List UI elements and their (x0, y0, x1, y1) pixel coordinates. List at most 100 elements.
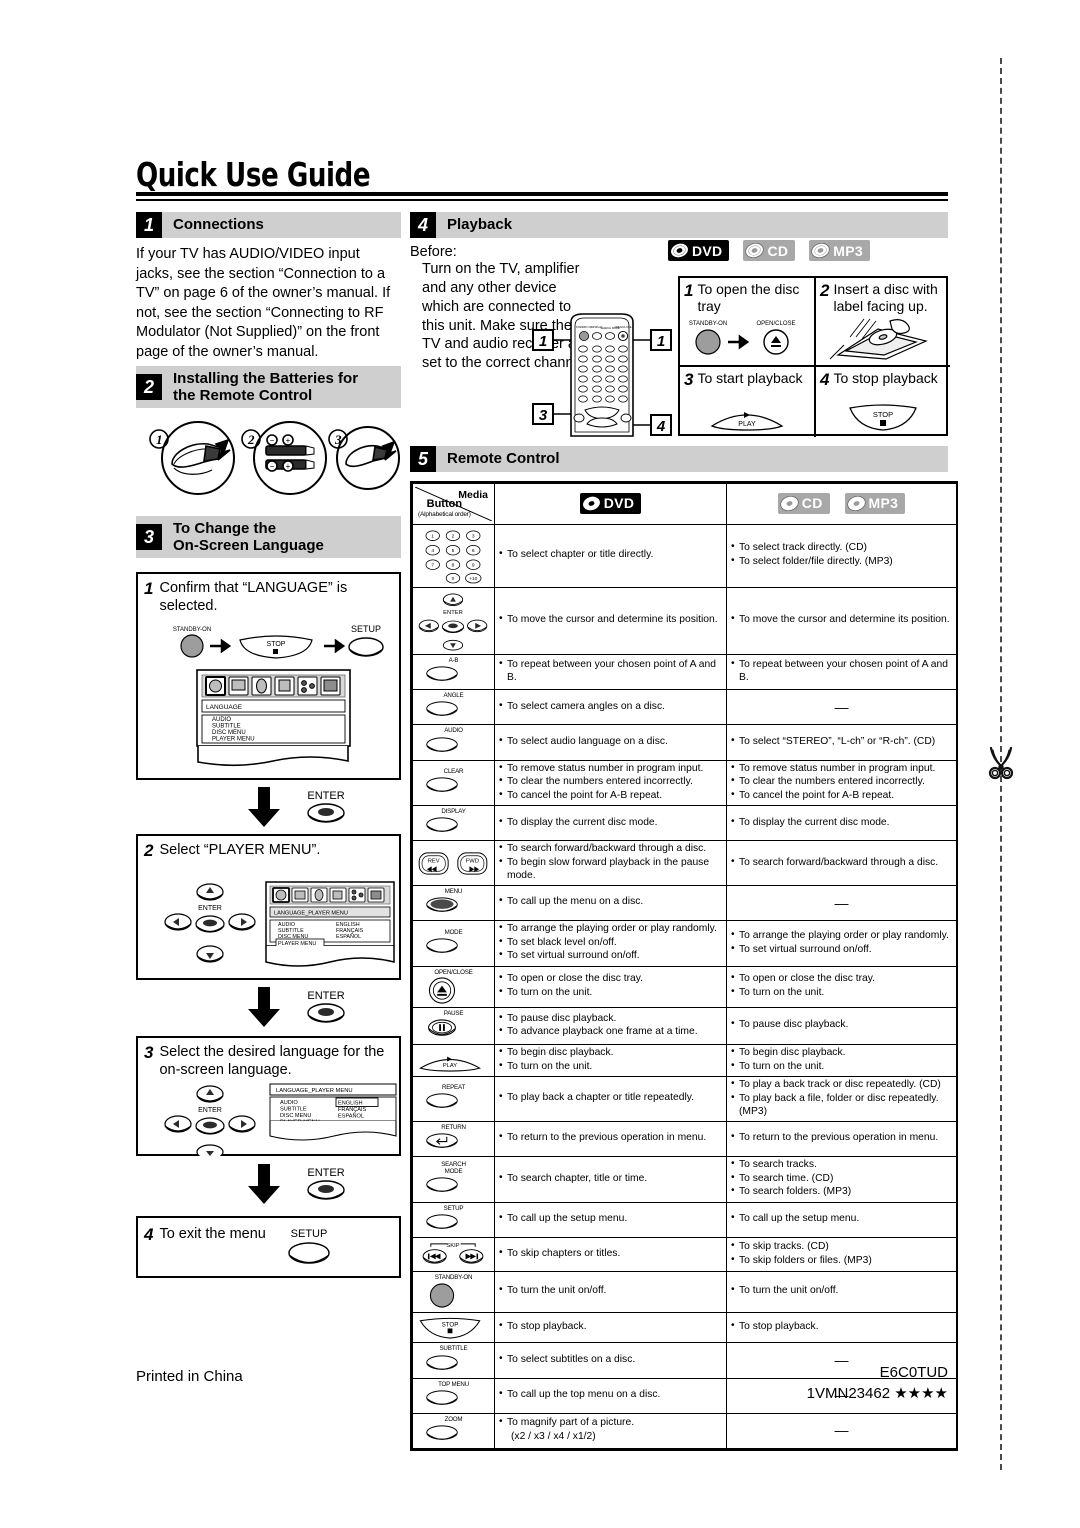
step-text: To exit the menu (159, 1226, 266, 1242)
cell-line: To remove status number in program input… (499, 762, 722, 776)
cell-cd-mp3: To select “STEREO”, “L-ch” or “R-ch”. (C… (726, 724, 957, 761)
table-row: 1 2 3 4 5 6 7 8 9 0 +10 To select chapter or ti… (412, 524, 957, 588)
open-close-label: OPEN/CLOSE (756, 321, 795, 327)
cell-line: To skip folders or files. (MP3) (731, 1254, 952, 1268)
button-cell-return: RETURN (412, 1121, 495, 1158)
table-row: PAUSE To pause disc playback. To advance… (412, 1007, 957, 1046)
header-dvd-cell: DVD (494, 483, 727, 525)
open-close-key-icon (428, 977, 456, 1004)
badge-mp3: MP3 (809, 240, 870, 261)
cell-line: (x2 / x3 / x4 / x1/2) (511, 1430, 596, 1442)
quick-use-guide-page: Quick Use Guide 1 Connections If your TV… (0, 0, 1080, 1528)
button-cell-pause: PAUSE (412, 1007, 495, 1046)
oval-key-icon (426, 1390, 458, 1405)
cell-cd-mp3: To search forward/backward through a dis… (726, 840, 957, 887)
cell-line: To move the cursor and determine its pos… (731, 613, 952, 627)
play-key-icon: PLAY (418, 1057, 482, 1072)
section-title-line1: To Change the (173, 519, 277, 537)
enter-label: ENTER (307, 790, 344, 802)
button-cell-mode: MODE (412, 920, 495, 967)
cell-dvd: To search forward/backward through a dis… (494, 840, 727, 887)
button-cell-search-mode: SEARCH MODE (412, 1156, 495, 1203)
cell-line: To select chapter or title directly. (499, 548, 722, 562)
svg-text:1: 1 (431, 534, 434, 540)
section-title-line2: On-Screen Language (173, 537, 324, 554)
svg-text:1: 1 (156, 432, 163, 447)
cell-dvd: To skip chapters or titles. (494, 1237, 727, 1273)
cell-cd-mp3: To turn the unit on/off. (726, 1271, 957, 1314)
step-text: Confirm that “LANGUAGE” is selected. (159, 580, 348, 615)
key-label: RETURN (441, 1124, 466, 1132)
cell-dvd: To display the current disc mode. (494, 805, 727, 842)
section-number: 4 (410, 212, 436, 238)
scissors-icon (977, 740, 1025, 788)
badge-dvd: DVD (579, 492, 642, 514)
cell-dvd: To call up the setup menu. (494, 1201, 727, 1239)
svg-text:PLAYER MENU: PLAYER MENU (212, 737, 255, 743)
section-number: 5 (410, 446, 436, 472)
language-step-1-box: 1 Confirm that “LANGUAGE” is selected. S… (136, 572, 401, 780)
stop-key-icon: STOP (419, 1318, 481, 1339)
step-number: 2 (820, 281, 830, 300)
language-step-3-box: 3 Select the desired language for the on… (136, 1036, 401, 1156)
table-row: ANGLE To select camera angles on a disc.… (412, 689, 957, 726)
svg-text:SUBTITLE: SUBTITLE (280, 1107, 307, 1113)
oval-key-icon (426, 1354, 458, 1370)
cell-cd-mp3: To call up the setup menu. (726, 1201, 957, 1239)
section-number: 2 (136, 374, 162, 400)
table-header-row: Media Button (Alphabetical order) DVD CD (412, 483, 957, 525)
battery-install-figure: − + − + 1 2 3 (136, 418, 401, 498)
cell-line: To set virtual surround on/off. (731, 943, 952, 957)
disc-icon (670, 243, 689, 258)
table-row: ENTER To move the cursor and determine i… (412, 587, 957, 655)
language-step-1-key-flow: STANDBY-ON STOP SETUP (158, 622, 386, 662)
cell-cd-mp3: To move the cursor and determine its pos… (726, 587, 957, 655)
language-step-4-box: 4 To exit the menu SETUP (136, 1216, 401, 1278)
cell-cd-mp3: To remove status number in program input… (726, 759, 957, 807)
cell-line: To skip chapters or titles. (499, 1247, 722, 1261)
badge-mp3: MP3 (844, 492, 906, 514)
cell-dvd: To repeat between your chosen point of A… (494, 653, 727, 691)
svg-text:−: − (270, 436, 275, 445)
oval-key-icon (426, 938, 458, 953)
svg-text:6: 6 (472, 548, 475, 554)
cell-line: To turn on the unit. (499, 986, 722, 1000)
cell-dvd: To select camera angles on a disc. (494, 689, 727, 726)
cell-line: To set virtual surround on/off. (499, 949, 722, 963)
cell-line: To arrange the playing order or play ran… (499, 922, 722, 936)
table-row: REPEAT To play back a chapter or title r… (412, 1076, 957, 1123)
section-header-playback: 4 Playback (410, 212, 948, 238)
button-cell-open-close: OPEN/CLOSE (412, 965, 495, 1009)
cell-dvd: To search chapter, title or time. (494, 1156, 727, 1203)
table-row: REV FWD To search forward/backward throu… (412, 840, 957, 887)
key-label: ANGLE (443, 692, 464, 700)
language-step-2-figure: ENTER LANGUAGE_PLAYER MENU AUDIO SUBTITL… (148, 876, 398, 974)
number-keys-icon: 1 2 3 4 5 6 7 8 9 0 +10 (425, 530, 482, 584)
table-row: AUDIO To select audio language on a disc… (412, 724, 957, 761)
cell-cd-mp3: To select track directly. (CD) To select… (726, 524, 957, 588)
disc-icon (846, 495, 866, 511)
svg-text:SETUP: SETUP (291, 1228, 328, 1240)
connections-body-text: If your TV has AUDIO/VIDEO input jacks, … (136, 246, 391, 360)
button-cell-rev-fwd: REV FWD (412, 840, 495, 887)
svg-text:ESPAÑOL: ESPAÑOL (338, 1113, 364, 1120)
cell-line: To play back a chapter or title repeated… (499, 1092, 722, 1105)
svg-text:SUBTITLE: SUBTITLE (212, 724, 241, 730)
cell-line: To return to the previous operation in m… (731, 1131, 952, 1145)
key-label: STANDBY-ON (434, 1274, 473, 1282)
svg-text:LANGUAGE_PLAYER MENU: LANGUAGE_PLAYER MENU (274, 911, 348, 917)
cell-line: To skip tracks. (CD) (731, 1240, 952, 1254)
cell-line: To play back a file, folder or disc repe… (731, 1092, 952, 1118)
key-label: SETUP (443, 1204, 464, 1212)
cell-cd-mp3: To play a back track or disc repeatedly.… (726, 1076, 957, 1123)
section-header-connections: 1 Connections (136, 212, 401, 238)
cell-line: To stop playback. (499, 1320, 722, 1334)
language-arrow-3: ENTER (240, 1162, 380, 1208)
cell-dvd: To return to the previous operation in m… (494, 1121, 727, 1158)
svg-text:DISC MENU: DISC MENU (212, 730, 246, 736)
cell-dvd: To open or close the disc tray. To turn … (494, 965, 727, 1009)
title-rule-thin (136, 199, 948, 201)
cell-line: To select track directly. (CD) (731, 541, 952, 555)
cell-line: To search tracks. (731, 1158, 952, 1172)
cell-cd-mp3: To begin disc playback. To turn on the u… (726, 1044, 957, 1078)
